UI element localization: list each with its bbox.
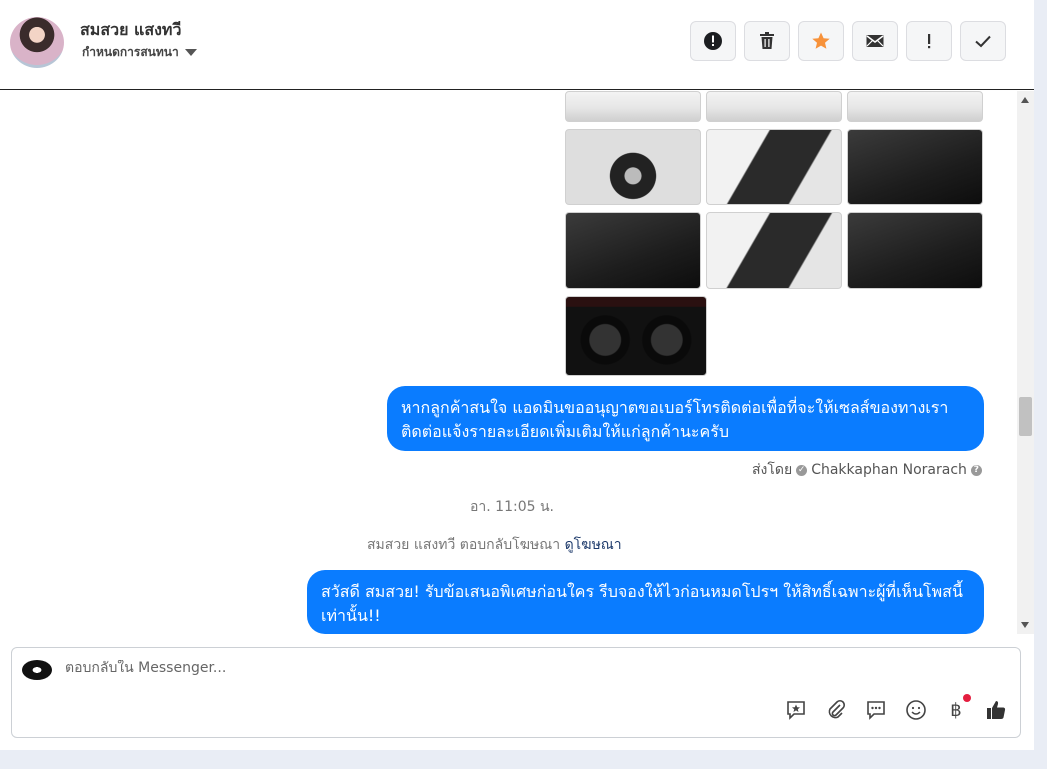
help-icon[interactable]: ?	[970, 464, 982, 476]
scroll-up-arrow-icon[interactable]	[1021, 97, 1029, 103]
report-button[interactable]	[690, 21, 736, 61]
ad-reply-note: สมสวย แสงทวี ตอบกลับโฆษณา ดูโฆษณา	[367, 534, 622, 556]
sent-by-name[interactable]: Chakkaphan Norarach	[811, 462, 967, 478]
mail-icon	[866, 35, 884, 47]
scroll-down-arrow-icon[interactable]	[1021, 622, 1029, 628]
baht-icon: ฿	[950, 699, 962, 721]
report-icon	[704, 32, 722, 50]
contact-name[interactable]: สมสวย แสงทวี	[80, 18, 181, 43]
assign-conversation-dropdown[interactable]: กำหนดการสนทนา	[82, 43, 197, 62]
attach-button[interactable]	[824, 698, 848, 722]
quick-replies-button[interactable]	[864, 698, 888, 722]
photo-steering-wheel[interactable]	[847, 212, 983, 289]
ad-reply-text: สมสวย แสงทวี ตอบกลับโฆษณา	[367, 537, 561, 553]
scroll-thumb[interactable]	[1019, 397, 1032, 436]
like-button[interactable]	[984, 698, 1008, 722]
photo-truck-side[interactable]	[706, 91, 842, 122]
photo-truck-rear[interactable]	[847, 91, 983, 122]
action-toolbar	[690, 21, 1006, 61]
verified-icon: ✓	[796, 464, 808, 476]
star-button[interactable]	[798, 21, 844, 61]
trash-icon	[760, 32, 774, 49]
photo-front-seats[interactable]	[706, 212, 842, 289]
saved-reply-button[interactable]	[784, 698, 808, 722]
important-icon	[928, 34, 931, 49]
view-ad-link[interactable]: ดูโฆษณา	[565, 537, 622, 553]
composer-tools: ฿	[784, 694, 1008, 722]
photo-truck-front[interactable]	[565, 91, 701, 122]
emoji-button[interactable]	[904, 698, 928, 722]
check-icon	[975, 35, 991, 48]
conversation-header: สมสวย แสงทวี กำหนดการสนทนา	[0, 0, 1034, 90]
message-bubble[interactable]: สวัสดี สมสวย! รับข้อเสนอพิเศษก่อนใคร รีบ…	[307, 570, 984, 634]
sent-by-line: ส่งโดย ✓ Chakkaphan Norarach ?	[752, 459, 982, 481]
message-scrollbar[interactable]	[1017, 91, 1034, 634]
assign-label: กำหนดการสนทนา	[82, 45, 179, 59]
message-bubble[interactable]: หากลูกค้าสนใจ แอดมินขออนุญาตขอเบอร์โทรติ…	[387, 386, 984, 451]
photo-door-interior[interactable]	[706, 129, 842, 205]
photo-wheel[interactable]	[565, 129, 701, 205]
mark-done-button[interactable]	[960, 21, 1006, 61]
notification-dot	[963, 694, 971, 702]
contact-avatar[interactable]	[10, 17, 64, 68]
photo-dashboard[interactable]	[847, 129, 983, 205]
reply-composer: ฿	[11, 647, 1021, 738]
photo-gear-shift[interactable]	[565, 212, 701, 289]
photo-instrument-cluster[interactable]	[565, 296, 707, 376]
conversation-panel: สมสวย แสงทวี กำหนดการสนทนา หากลูกค้าสนใจ…	[0, 0, 1034, 750]
saved-reply-icon	[787, 701, 805, 720]
reply-input[interactable]	[65, 660, 665, 676]
star-icon	[812, 32, 830, 49]
important-button[interactable]	[906, 21, 952, 61]
smiley-icon	[906, 700, 926, 720]
payment-button[interactable]: ฿	[944, 694, 971, 722]
thumbs-up-icon	[987, 701, 1006, 719]
sent-by-label: ส่งโดย	[752, 462, 793, 478]
chat-bubble-icon	[867, 701, 885, 720]
message-timestamp: อา. 11:05 น.	[470, 499, 554, 515]
mark-unread-button[interactable]	[852, 21, 898, 61]
paperclip-icon	[828, 699, 846, 719]
caret-down-icon	[184, 49, 197, 56]
page-avatar	[22, 660, 52, 680]
delete-button[interactable]	[744, 21, 790, 61]
